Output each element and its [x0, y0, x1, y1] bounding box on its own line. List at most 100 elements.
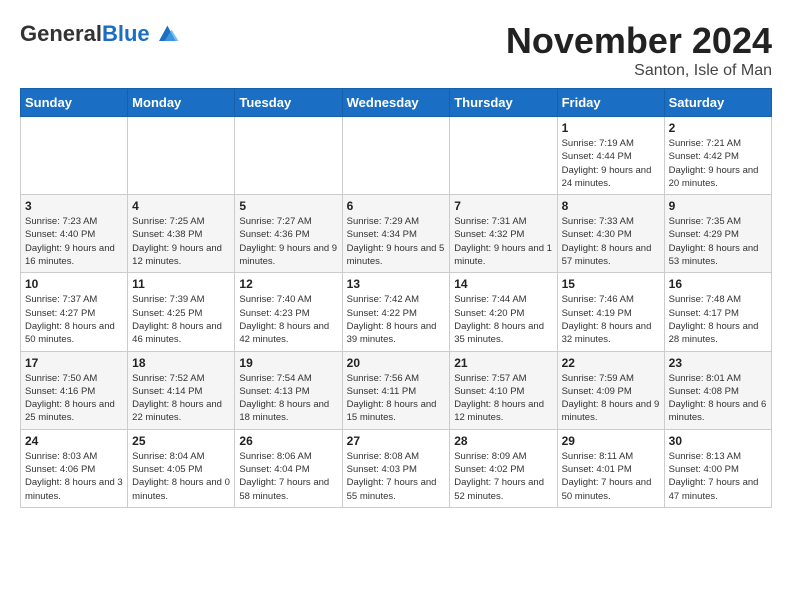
day-info: Sunrise: 7:46 AMSunset: 4:19 PMDaylight:…: [562, 293, 660, 346]
calendar-day-cell: 15Sunrise: 7:46 AMSunset: 4:19 PMDayligh…: [557, 273, 664, 351]
day-info: Sunrise: 8:04 AMSunset: 4:05 PMDaylight:…: [132, 450, 230, 503]
day-info: Sunrise: 7:40 AMSunset: 4:23 PMDaylight:…: [239, 293, 337, 346]
calendar-day-cell: 12 Sunrise: 7:40 AMSunset: 4:23 PMDayligh…: [235, 273, 342, 351]
day-number: 17: [25, 356, 123, 370]
day-number: 5: [239, 199, 337, 213]
day-number: 4: [132, 199, 230, 213]
day-number: 28: [454, 434, 552, 448]
day-info: Sunrise: 7:48 AMSunset: 4:17 PMDaylight:…: [669, 293, 767, 346]
calendar-day-cell: 11 Sunrise: 7:39 AMSunset: 4:25 PMDayligh…: [128, 273, 235, 351]
day-number: 25: [132, 434, 230, 448]
day-info: Sunrise: 8:08 AMSunset: 4:03 PMDaylight:…: [347, 450, 446, 503]
calendar-day-cell: 29 Sunrise: 8:11 AMSunset: 4:01 PMDayligh…: [557, 429, 664, 507]
day-number: 8: [562, 199, 660, 213]
day-number: 26: [239, 434, 337, 448]
calendar-empty-cell: [342, 117, 450, 195]
day-number: 9: [669, 199, 767, 213]
calendar-day-header: Monday: [128, 89, 235, 117]
day-number: 14: [454, 277, 552, 291]
calendar-empty-cell: [21, 117, 128, 195]
calendar-day-cell: 21 Sunrise: 7:57 AMSunset: 4:10 PMDayligh…: [450, 351, 557, 429]
day-info: Sunrise: 8:13 AMSunset: 4:00 PMDaylight:…: [669, 450, 767, 503]
calendar-header-row: SundayMondayTuesdayWednesdayThursdayFrid…: [21, 89, 772, 117]
day-number: 30: [669, 434, 767, 448]
calendar-empty-cell: [450, 117, 557, 195]
calendar-week-row: 24 Sunrise: 8:03 AMSunset: 4:06 PMDayligh…: [21, 429, 772, 507]
calendar-day-cell: 19 Sunrise: 7:54 AMSunset: 4:13 PMDayligh…: [235, 351, 342, 429]
calendar-day-cell: 23 Sunrise: 8:01 AMSunset: 4:08 PMDayligh…: [664, 351, 771, 429]
calendar-day-cell: 2 Sunrise: 7:21 AMSunset: 4:42 PMDaylight…: [664, 117, 771, 195]
day-info: Sunrise: 7:31 AMSunset: 4:32 PMDaylight:…: [454, 215, 552, 268]
logo-icon: [152, 20, 180, 48]
day-number: 2: [669, 121, 767, 135]
title-area: November 2024 Santon, Isle of Man: [506, 20, 772, 80]
calendar-day-cell: 13 Sunrise: 7:42 AMSunset: 4:22 PMDayligh…: [342, 273, 450, 351]
day-info: Sunrise: 7:39 AMSunset: 4:25 PMDaylight:…: [132, 293, 230, 346]
calendar-week-row: 3Sunrise: 7:23 AMSunset: 4:40 PMDaylight…: [21, 195, 772, 273]
calendar-day-cell: 7Sunrise: 7:31 AMSunset: 4:32 PMDaylight…: [450, 195, 557, 273]
day-number: 23: [669, 356, 767, 370]
calendar-day-cell: 5 Sunrise: 7:27 AMSunset: 4:36 PMDaylight…: [235, 195, 342, 273]
day-info: Sunrise: 7:37 AMSunset: 4:27 PMDaylight:…: [25, 293, 123, 346]
calendar-day-cell: 14 Sunrise: 7:44 AMSunset: 4:20 PMDayligh…: [450, 273, 557, 351]
calendar-day-cell: 27 Sunrise: 8:08 AMSunset: 4:03 PMDayligh…: [342, 429, 450, 507]
day-info: Sunrise: 7:57 AMSunset: 4:10 PMDaylight:…: [454, 372, 552, 425]
location: Santon, Isle of Man: [506, 62, 772, 80]
day-info: Sunrise: 7:52 AMSunset: 4:14 PMDaylight:…: [132, 372, 230, 425]
logo-blue-text: Blue: [102, 21, 150, 46]
calendar-day-header: Thursday: [450, 89, 557, 117]
calendar-day-cell: 16Sunrise: 7:48 AMSunset: 4:17 PMDayligh…: [664, 273, 771, 351]
day-info: Sunrise: 7:59 AMSunset: 4:09 PMDaylight:…: [562, 372, 660, 425]
calendar-day-cell: 3Sunrise: 7:23 AMSunset: 4:40 PMDaylight…: [21, 195, 128, 273]
day-info: Sunrise: 8:06 AMSunset: 4:04 PMDaylight:…: [239, 450, 337, 503]
day-number: 18: [132, 356, 230, 370]
day-info: Sunrise: 7:19 AMSunset: 4:44 PMDaylight:…: [562, 137, 660, 190]
header: GeneralBlue November 2024 Santon, Isle o…: [20, 20, 772, 80]
calendar-day-cell: 30 Sunrise: 8:13 AMSunset: 4:00 PMDayligh…: [664, 429, 771, 507]
day-info: Sunrise: 8:11 AMSunset: 4:01 PMDaylight:…: [562, 450, 660, 503]
calendar-day-cell: 17Sunrise: 7:50 AMSunset: 4:16 PMDayligh…: [21, 351, 128, 429]
calendar-week-row: 17Sunrise: 7:50 AMSunset: 4:16 PMDayligh…: [21, 351, 772, 429]
logo-general-text: General: [20, 21, 102, 46]
day-info: Sunrise: 7:42 AMSunset: 4:22 PMDaylight:…: [347, 293, 446, 346]
calendar-day-header: Tuesday: [235, 89, 342, 117]
calendar-day-header: Wednesday: [342, 89, 450, 117]
calendar-day-cell: 22 Sunrise: 7:59 AMSunset: 4:09 PMDayligh…: [557, 351, 664, 429]
day-info: Sunrise: 7:27 AMSunset: 4:36 PMDaylight:…: [239, 215, 337, 268]
calendar-day-header: Sunday: [21, 89, 128, 117]
day-number: 27: [347, 434, 446, 448]
day-info: Sunrise: 7:25 AMSunset: 4:38 PMDaylight:…: [132, 215, 230, 268]
day-number: 3: [25, 199, 123, 213]
calendar-day-cell: 10 Sunrise: 7:37 AMSunset: 4:27 PMDayligh…: [21, 273, 128, 351]
day-info: Sunrise: 7:56 AMSunset: 4:11 PMDaylight:…: [347, 372, 446, 425]
day-number: 29: [562, 434, 660, 448]
day-number: 19: [239, 356, 337, 370]
day-info: Sunrise: 7:21 AMSunset: 4:42 PMDaylight:…: [669, 137, 767, 190]
day-number: 24: [25, 434, 123, 448]
calendar-day-cell: 8 Sunrise: 7:33 AMSunset: 4:30 PMDaylight…: [557, 195, 664, 273]
day-number: 6: [347, 199, 446, 213]
day-info: Sunrise: 7:33 AMSunset: 4:30 PMDaylight:…: [562, 215, 660, 268]
calendar: SundayMondayTuesdayWednesdayThursdayFrid…: [20, 88, 772, 508]
month-title: November 2024: [506, 20, 772, 62]
calendar-week-row: 10 Sunrise: 7:37 AMSunset: 4:27 PMDayligh…: [21, 273, 772, 351]
calendar-day-cell: 24 Sunrise: 8:03 AMSunset: 4:06 PMDayligh…: [21, 429, 128, 507]
day-info: Sunrise: 8:09 AMSunset: 4:02 PMDaylight:…: [454, 450, 552, 503]
day-number: 11: [132, 277, 230, 291]
day-info: Sunrise: 8:01 AMSunset: 4:08 PMDaylight:…: [669, 372, 767, 425]
day-info: Sunrise: 8:03 AMSunset: 4:06 PMDaylight:…: [25, 450, 123, 503]
calendar-day-cell: 20 Sunrise: 7:56 AMSunset: 4:11 PMDayligh…: [342, 351, 450, 429]
calendar-day-cell: 1Sunrise: 7:19 AMSunset: 4:44 PMDaylight…: [557, 117, 664, 195]
day-number: 21: [454, 356, 552, 370]
day-number: 20: [347, 356, 446, 370]
day-number: 10: [25, 277, 123, 291]
calendar-day-header: Friday: [557, 89, 664, 117]
day-number: 12: [239, 277, 337, 291]
calendar-empty-cell: [235, 117, 342, 195]
calendar-day-cell: 6Sunrise: 7:29 AMSunset: 4:34 PMDaylight…: [342, 195, 450, 273]
day-info: Sunrise: 7:54 AMSunset: 4:13 PMDaylight:…: [239, 372, 337, 425]
day-number: 13: [347, 277, 446, 291]
day-info: Sunrise: 7:44 AMSunset: 4:20 PMDaylight:…: [454, 293, 552, 346]
day-number: 22: [562, 356, 660, 370]
calendar-empty-cell: [128, 117, 235, 195]
